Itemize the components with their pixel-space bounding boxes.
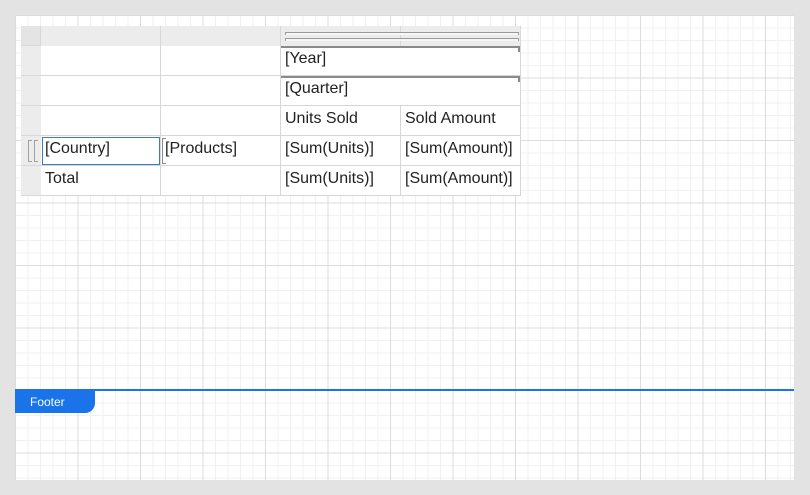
column-group-indicator-inner[interactable] — [285, 38, 519, 41]
row-handle-1[interactable] — [21, 46, 41, 76]
total-label: Total — [45, 170, 79, 187]
year-group-label: [Year] — [285, 50, 327, 67]
products-group-label: [Products] — [165, 140, 238, 157]
footer-band-tab[interactable]: Footer — [15, 391, 95, 413]
detail-units-expression: [Sum(Units)] — [285, 140, 374, 157]
report-body-band[interactable]: [Year] [Quarter] Units Sold Sold Amount … — [15, 15, 794, 390]
corner-cell-2[interactable] — [161, 46, 281, 76]
detail-amount-cell[interactable]: [Sum(Amount)] — [401, 136, 521, 166]
year-group-cell[interactable]: [Year] — [281, 46, 521, 76]
total-units-cell[interactable]: [Sum(Units)] — [281, 166, 401, 196]
quarter-group-cell[interactable]: [Quarter] — [281, 76, 521, 106]
corner-cell-5[interactable] — [41, 106, 161, 136]
detail-units-cell[interactable]: [Sum(Units)] — [281, 136, 401, 166]
quarter-group-label: [Quarter] — [285, 80, 349, 97]
row-handle-4[interactable] — [21, 136, 41, 166]
row-group-indicator-inner[interactable] — [34, 140, 38, 162]
column-handle-1[interactable] — [41, 26, 161, 46]
column-handle-2[interactable] — [161, 26, 281, 46]
total-empty-cell[interactable] — [161, 166, 281, 196]
corner-cell-4[interactable] — [161, 76, 281, 106]
country-group-cell[interactable]: [Country] — [41, 136, 161, 166]
total-label-cell[interactable]: Total — [41, 166, 161, 196]
column-group-indicator-outer[interactable] — [285, 32, 519, 35]
sold-amount-header-cell[interactable]: Sold Amount — [401, 106, 521, 136]
year-group-bracket — [281, 46, 520, 48]
country-group-label: [Country] — [45, 140, 110, 157]
column-handle-3[interactable] — [281, 26, 401, 46]
units-sold-header: Units Sold — [285, 110, 358, 127]
detail-amount-expression: [Sum(Amount)] — [405, 140, 513, 157]
row-group-indicator-outer[interactable] — [28, 140, 32, 162]
tablix-corner-handle[interactable] — [21, 26, 41, 46]
total-amount-cell[interactable]: [Sum(Amount)] — [401, 166, 521, 196]
sold-amount-header: Sold Amount — [405, 110, 496, 127]
total-amount-expression: [Sum(Amount)] — [405, 170, 513, 187]
corner-cell-1[interactable] — [41, 46, 161, 76]
products-group-bracket — [162, 138, 166, 164]
products-group-cell[interactable]: [Products] — [161, 136, 281, 166]
row-handle-3[interactable] — [21, 106, 41, 136]
total-units-expression: [Sum(Units)] — [285, 170, 374, 187]
corner-cell-6[interactable] — [161, 106, 281, 136]
row-handle-2[interactable] — [21, 76, 41, 106]
quarter-group-bracket-end — [518, 76, 520, 82]
quarter-group-bracket — [281, 76, 520, 78]
column-handle-4[interactable] — [401, 26, 521, 46]
row-handle-5[interactable] — [21, 166, 41, 196]
corner-cell-3[interactable] — [41, 76, 161, 106]
year-group-bracket-end — [518, 46, 520, 52]
report-design-surface[interactable]: [Year] [Quarter] Units Sold Sold Amount … — [15, 15, 794, 480]
footer-band-divider[interactable] — [15, 389, 794, 391]
units-sold-header-cell[interactable]: Units Sold — [281, 106, 401, 136]
tablix[interactable]: [Year] [Quarter] Units Sold Sold Amount … — [21, 26, 521, 196]
footer-band-label: Footer — [30, 395, 65, 409]
